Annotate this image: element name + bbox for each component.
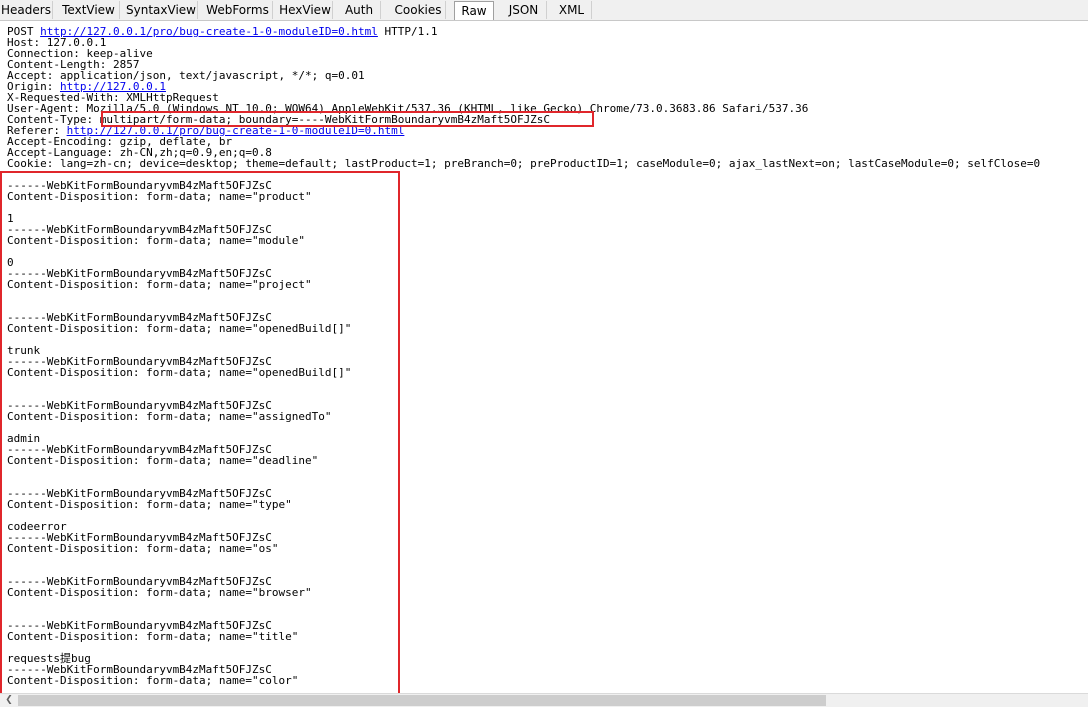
body-line: Content-Disposition: form-data; name="co…: [7, 674, 299, 687]
tab-syntaxview[interactable]: SyntaxView: [125, 1, 198, 19]
body-line: Content-Disposition: form-data; name="as…: [7, 410, 332, 423]
scrollbar-thumb[interactable]: [18, 695, 826, 706]
body-line: Content-Disposition: form-data; name="ty…: [7, 498, 292, 511]
header-cookie: Cookie: lang=zh-cn; device=desktop; them…: [7, 157, 1041, 170]
tab-hexview[interactable]: HexView: [278, 1, 333, 19]
body-line: Content-Disposition: form-data; name="op…: [7, 322, 352, 335]
tab-json[interactable]: JSON: [501, 1, 547, 19]
tab-xml[interactable]: XML: [552, 1, 592, 19]
body-line: Content-Disposition: form-data; name="mo…: [7, 234, 306, 247]
tab-webforms[interactable]: WebForms: [203, 1, 273, 19]
horizontal-scrollbar[interactable]: ❮: [0, 693, 1088, 707]
body-line: Content-Disposition: form-data; name="de…: [7, 454, 319, 467]
tab-headers[interactable]: Headers: [0, 1, 53, 19]
raw-request-view[interactable]: POST http://127.0.0.1/pro/bug-create-1-0…: [0, 21, 1088, 693]
tab-textview[interactable]: TextView: [58, 1, 120, 19]
body-line: Content-Disposition: form-data; name="pr…: [7, 190, 312, 203]
scroll-left-arrow-icon[interactable]: ❮: [0, 694, 18, 707]
body-line: Content-Disposition: form-data; name="pr…: [7, 278, 312, 291]
tab-auth[interactable]: Auth: [338, 1, 381, 19]
body-line: Content-Disposition: form-data; name="ti…: [7, 630, 299, 643]
inspector-tab-bar: Headers TextView SyntaxView WebForms Hex…: [0, 0, 1088, 21]
tab-cookies[interactable]: Cookies: [391, 1, 446, 19]
body-line: Content-Disposition: form-data; name="br…: [7, 586, 312, 599]
request-protocol: HTTP/1.1: [377, 25, 438, 38]
body-line: Content-Disposition: form-data; name="op…: [7, 366, 352, 379]
body-line: Content-Disposition: form-data; name="os…: [7, 542, 279, 555]
tab-raw[interactable]: Raw: [454, 1, 494, 20]
